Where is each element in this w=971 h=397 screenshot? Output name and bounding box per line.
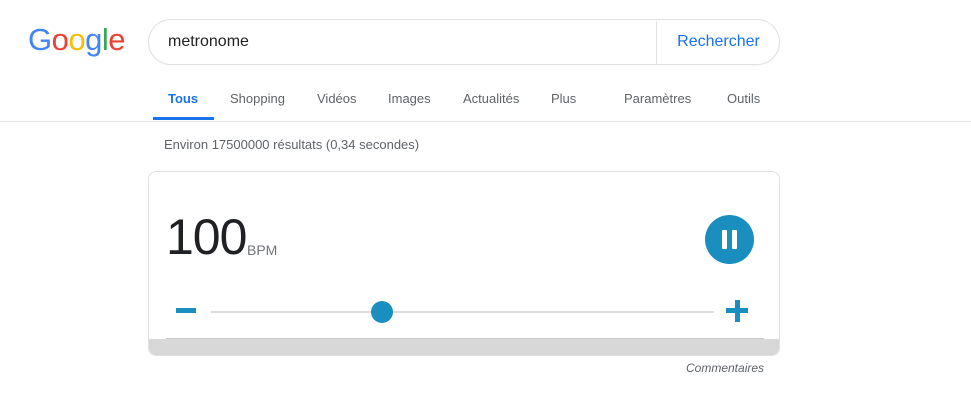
bpm-slider[interactable] xyxy=(211,301,714,323)
tab-more[interactable]: Plus xyxy=(551,91,576,106)
tab-tools[interactable]: Outils xyxy=(727,91,760,106)
logo-letter-g: G xyxy=(28,22,52,57)
active-tab-indicator xyxy=(153,117,214,120)
result-stats: Environ 17500000 résultats (0,34 seconde… xyxy=(164,137,420,152)
tab-settings[interactable]: Paramètres xyxy=(624,91,691,106)
logo-letter-o1: o xyxy=(51,22,69,57)
increase-bpm-button[interactable] xyxy=(725,299,749,323)
google-logo[interactable]: Google xyxy=(28,22,126,57)
play-pause-button[interactable] xyxy=(705,215,754,264)
search-box: Rechercher xyxy=(148,19,780,65)
tab-videos[interactable]: Vidéos xyxy=(317,91,357,106)
search-input[interactable] xyxy=(168,33,638,51)
search-tabs: Tous Shopping Vidéos Images Actualités P… xyxy=(0,88,971,122)
tab-news[interactable]: Actualités xyxy=(463,91,519,106)
metronome-card: 100 BPM xyxy=(148,171,780,356)
minus-icon xyxy=(176,308,196,313)
slider-track xyxy=(211,311,714,313)
feedback-link[interactable]: Commentaires xyxy=(686,361,764,375)
logo-letter-g2: g xyxy=(85,22,102,57)
slider-thumb[interactable] xyxy=(371,301,394,323)
tab-images[interactable]: Images xyxy=(388,91,431,106)
search-button[interactable]: Rechercher xyxy=(657,20,780,64)
decrease-bpm-button[interactable] xyxy=(174,299,198,323)
tab-all[interactable]: Tous xyxy=(168,91,198,106)
tab-shopping[interactable]: Shopping xyxy=(230,91,285,106)
bpm-value: 100 xyxy=(166,209,247,265)
logo-letter-o2: o xyxy=(68,22,86,57)
bpm-unit: BPM xyxy=(247,242,278,258)
card-footer xyxy=(149,339,779,355)
logo-letter-e: e xyxy=(108,22,126,57)
